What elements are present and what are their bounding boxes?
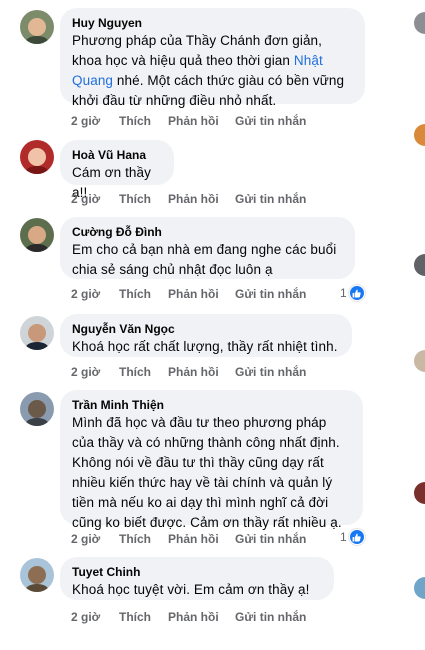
avatar[interactable] — [20, 558, 54, 592]
reply-button[interactable]: Phản hồi — [168, 113, 219, 129]
reply-button[interactable]: Phản hồi — [168, 609, 219, 625]
timestamp[interactable]: 2 giờ — [71, 113, 100, 129]
comment-text-line: chia sẻ sáng chủ nhật đọc luôn ạ — [72, 262, 273, 277]
comment-author[interactable]: Hoà Vũ Hana — [72, 147, 162, 163]
send-message-button[interactable]: Gửi tin nhắn — [235, 609, 306, 625]
cropped-avatar — [414, 12, 425, 34]
comment-text-line: Quang nhé. Một cách thức giàu có bền vữn… — [72, 71, 353, 91]
comment-author[interactable]: Tuyet Chinh — [72, 564, 322, 580]
mention-link[interactable]: Quang — [72, 73, 113, 88]
comment-text-line: cũng ko biết được. Cảm ơn thầy rất nhiều… — [72, 515, 342, 530]
send-message-button[interactable]: Gửi tin nhắn — [235, 191, 306, 207]
send-message-button[interactable]: Gửi tin nhắn — [235, 286, 306, 302]
send-message-button[interactable]: Gửi tin nhắn — [235, 113, 306, 129]
avatar[interactable] — [20, 218, 54, 252]
comment-text: khoa học và hiệu quả theo thời gian — [72, 53, 294, 68]
cropped-avatar — [414, 254, 425, 276]
comment-bubble: Huy Nguyen Phương pháp của Thầy Chánh đơ… — [60, 8, 365, 108]
like-button[interactable]: Thích — [119, 609, 151, 625]
reply-button[interactable]: Phản hồi — [168, 286, 219, 302]
comment-text-line: Khoá học tuyệt vời. Em cảm ơn thầy ạ! — [72, 582, 310, 597]
comment-bubble: Nguyễn Văn Ngọc Khoá học rất chất lượng,… — [60, 314, 352, 357]
comment-bubble: Cường Đỗ Đình Em cho cả bạn nhà em đang … — [60, 217, 355, 279]
mention-link[interactable]: Nhật — [294, 53, 323, 68]
comment-text-line: khởi đầu từ những điều nhỏ nhất. — [72, 93, 277, 108]
comment-text-line: tiền mà nếu ko ai dạy thì mình nghĩ cả đ… — [72, 495, 329, 510]
reaction-count[interactable]: 1 — [340, 528, 365, 546]
like-button[interactable]: Thích — [119, 191, 151, 207]
reply-button[interactable]: Phản hồi — [168, 191, 219, 207]
comment-text-line: nhiều kiến thức hay về tài chính và quản… — [72, 475, 333, 490]
comment-author[interactable]: Nguyễn Văn Ngọc — [72, 321, 340, 337]
cropped-avatar — [414, 124, 425, 146]
reaction-count-text: 1 — [340, 286, 347, 300]
comment-text-line: Khoá học rất chất lượng, thầy rất nhiệt … — [72, 339, 338, 354]
timestamp[interactable]: 2 giờ — [71, 364, 100, 380]
avatar[interactable] — [20, 140, 54, 174]
comment-author[interactable]: Cường Đỗ Đình — [72, 224, 343, 240]
comment-bubble: Tuyet Chinh Khoá học tuyệt vời. Em cảm ơ… — [60, 557, 334, 600]
comment-author[interactable]: Trần Minh Thiện — [72, 397, 351, 413]
like-button[interactable]: Thích — [119, 286, 151, 302]
cropped-avatar — [414, 482, 425, 504]
reply-button[interactable]: Phản hồi — [168, 531, 219, 547]
reaction-count-text: 1 — [340, 530, 347, 544]
like-thumbs-up-icon — [348, 529, 365, 545]
comment-bubble: Hoà Vũ Hana Cám ơn thầy ạ!! — [60, 140, 174, 200]
cropped-avatar — [414, 577, 425, 599]
timestamp[interactable]: 2 giờ — [71, 286, 100, 302]
send-message-button[interactable]: Gửi tin nhắn — [235, 364, 306, 380]
comment-bubble: Trần Minh Thiện Mình đã học và đầu tư th… — [60, 390, 363, 530]
like-button[interactable]: Thích — [119, 364, 151, 380]
avatar[interactable] — [20, 316, 54, 350]
like-thumbs-up-icon — [348, 285, 365, 301]
timestamp[interactable]: 2 giờ — [71, 531, 100, 547]
comment-text-line: khoa học và hiệu quả theo thời gian Nhật — [72, 51, 353, 71]
comment-text-line: Mình đã học và đầu tư theo phương pháp — [72, 415, 327, 430]
comment-text-line: Em cho cả bạn nhà em đang nghe các buổi — [72, 242, 337, 257]
comment-text: nhé. Một cách thức giàu có bền vững — [116, 73, 345, 88]
avatar[interactable] — [20, 10, 54, 44]
comment-text-line: Phương pháp của Thầy Chánh đơn giản, — [72, 33, 323, 48]
like-button[interactable]: Thích — [119, 531, 151, 547]
avatar[interactable] — [20, 392, 54, 426]
comment-author[interactable]: Huy Nguyen — [72, 15, 353, 31]
comment-text-line: Không nói về đầu tư thì thầy cũng dạy rấ… — [72, 455, 324, 470]
timestamp[interactable]: 2 giờ — [71, 191, 100, 207]
reaction-count[interactable]: 1 — [340, 284, 365, 302]
comment-text-line: của thầy và có những thành công nhất địn… — [72, 435, 340, 450]
like-button[interactable]: Thích — [119, 113, 151, 129]
send-message-button[interactable]: Gửi tin nhắn — [235, 531, 306, 547]
reply-button[interactable]: Phản hồi — [168, 364, 219, 380]
timestamp[interactable]: 2 giờ — [71, 609, 100, 625]
cropped-avatar — [414, 350, 425, 372]
